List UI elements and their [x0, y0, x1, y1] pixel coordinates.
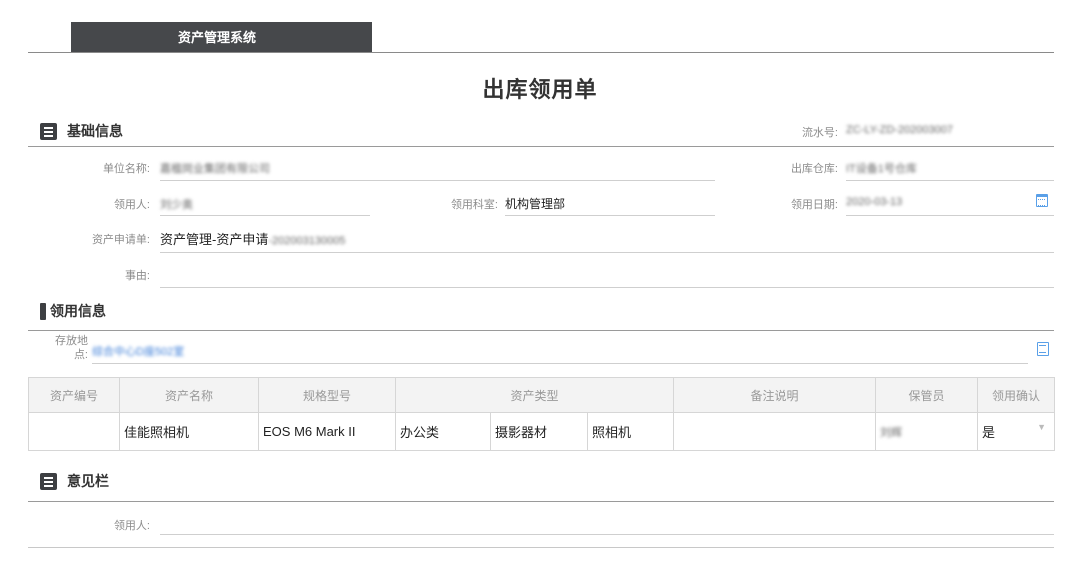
dept-underline	[505, 215, 715, 216]
reason-label: 事由:	[124, 270, 150, 282]
location-label: 存放地 点:	[40, 334, 88, 362]
location-picker-icon[interactable]	[1037, 342, 1049, 356]
dept-field[interactable]: 机构管理部	[505, 195, 565, 212]
location-label-line1: 存放地	[55, 335, 88, 347]
chevron-down-icon: ▼	[1037, 422, 1047, 432]
unit-name-field[interactable]: 嘉楹岗业集团有限公司	[160, 160, 270, 176]
opinion-recipient-label: 领用人:	[113, 520, 150, 532]
page-title: 出库领用单	[482, 77, 598, 102]
table-row: 佳能照相机 EOS M6 Mark II 办公类 摄影器材 照相机 刘辉 是 ▼	[28, 412, 1056, 451]
serial-label: 流水号:	[801, 127, 838, 139]
section-usage-info: 领用信息	[40, 300, 106, 322]
col-header-confirm: 领用确认	[977, 377, 1056, 413]
cell-keeper[interactable]: 刘辉	[875, 412, 979, 451]
serial-value: ZC-LY-ZD-202003007	[846, 124, 954, 136]
col-header-model: 规格型号	[258, 377, 396, 413]
request-field[interactable]: 资产管理-资产申请-202003130005	[160, 229, 345, 248]
tab-asset-management[interactable]: 资产管理系统	[71, 22, 372, 52]
warehouse-underline	[846, 180, 1054, 181]
cell-note[interactable]	[673, 412, 877, 451]
request-underline	[160, 252, 1054, 253]
top-tab-bar: 资产管理系统	[28, 22, 1054, 53]
location-label-line2: 点:	[73, 349, 88, 361]
warehouse-field[interactable]: IT设备1号仓库	[846, 160, 917, 176]
section-basic-info-title: 基础信息	[67, 123, 123, 139]
date-underline	[846, 215, 1054, 216]
confirm-select[interactable]: 是 ▼	[977, 412, 1056, 451]
warehouse-label: 出库仓库:	[790, 163, 838, 175]
section-divider	[28, 501, 1054, 502]
section-opinion-title: 意见栏	[67, 473, 109, 489]
list-menu-icon	[40, 472, 57, 490]
cell-type-2[interactable]: 摄影器材	[490, 412, 588, 451]
opinion-recipient-field[interactable]	[160, 517, 1050, 533]
calendar-icon[interactable]	[1036, 194, 1048, 207]
table-header-row: 资产编号 资产名称 规格型号 资产类型 备注说明 保管员 领用确认	[28, 377, 1056, 413]
asset-table: 资产编号 资产名称 规格型号 资产类型 备注说明 保管员 领用确认 佳能照相机 …	[28, 377, 1056, 451]
request-value-suffix: -202003130005	[268, 235, 346, 247]
section-divider	[28, 146, 1054, 147]
unit-label: 单位名称:	[102, 163, 150, 175]
col-header-keeper: 保管员	[875, 377, 979, 413]
section-usage-info-title: 领用信息	[50, 303, 106, 319]
request-label: 资产申请单:	[91, 234, 150, 246]
unit-name-underline	[160, 180, 715, 181]
recipient-label: 领用人:	[113, 199, 150, 211]
section-basic-info: 基础信息	[40, 120, 123, 142]
cell-type-3[interactable]: 照相机	[586, 412, 675, 451]
section-opinion: 意见栏	[40, 470, 109, 492]
reason-field[interactable]	[160, 267, 1050, 285]
recipient-underline	[160, 215, 370, 216]
col-header-type: 资产类型	[394, 377, 675, 413]
date-label: 领用日期:	[790, 199, 838, 211]
col-header-note: 备注说明	[673, 377, 877, 413]
section-marker-icon	[40, 302, 46, 320]
cell-type-1[interactable]: 办公类	[395, 412, 491, 451]
section-divider	[28, 330, 1054, 331]
list-menu-icon	[40, 122, 57, 140]
request-value: 资产管理-资产申请	[160, 232, 269, 247]
opinion-recipient-underline	[160, 534, 1054, 535]
cell-model[interactable]: EOS M6 Mark II	[258, 412, 396, 451]
cell-asset-no[interactable]	[28, 412, 120, 451]
cell-name[interactable]: 佳能照相机	[119, 412, 259, 451]
dept-label: 领用科室:	[450, 199, 498, 211]
keeper-value: 刘辉	[880, 426, 903, 439]
confirm-value: 是	[982, 425, 996, 440]
bottom-divider	[28, 547, 1054, 548]
col-header-asset-no: 资产编号	[28, 377, 120, 413]
recipient-field[interactable]: 刘少奥	[160, 196, 193, 212]
location-field[interactable]: 综合中心D座502室	[92, 343, 184, 359]
date-field[interactable]: 2020-03-13	[846, 196, 902, 208]
reason-underline	[160, 287, 1054, 288]
location-underline	[92, 363, 1028, 364]
col-header-name: 资产名称	[119, 377, 259, 413]
